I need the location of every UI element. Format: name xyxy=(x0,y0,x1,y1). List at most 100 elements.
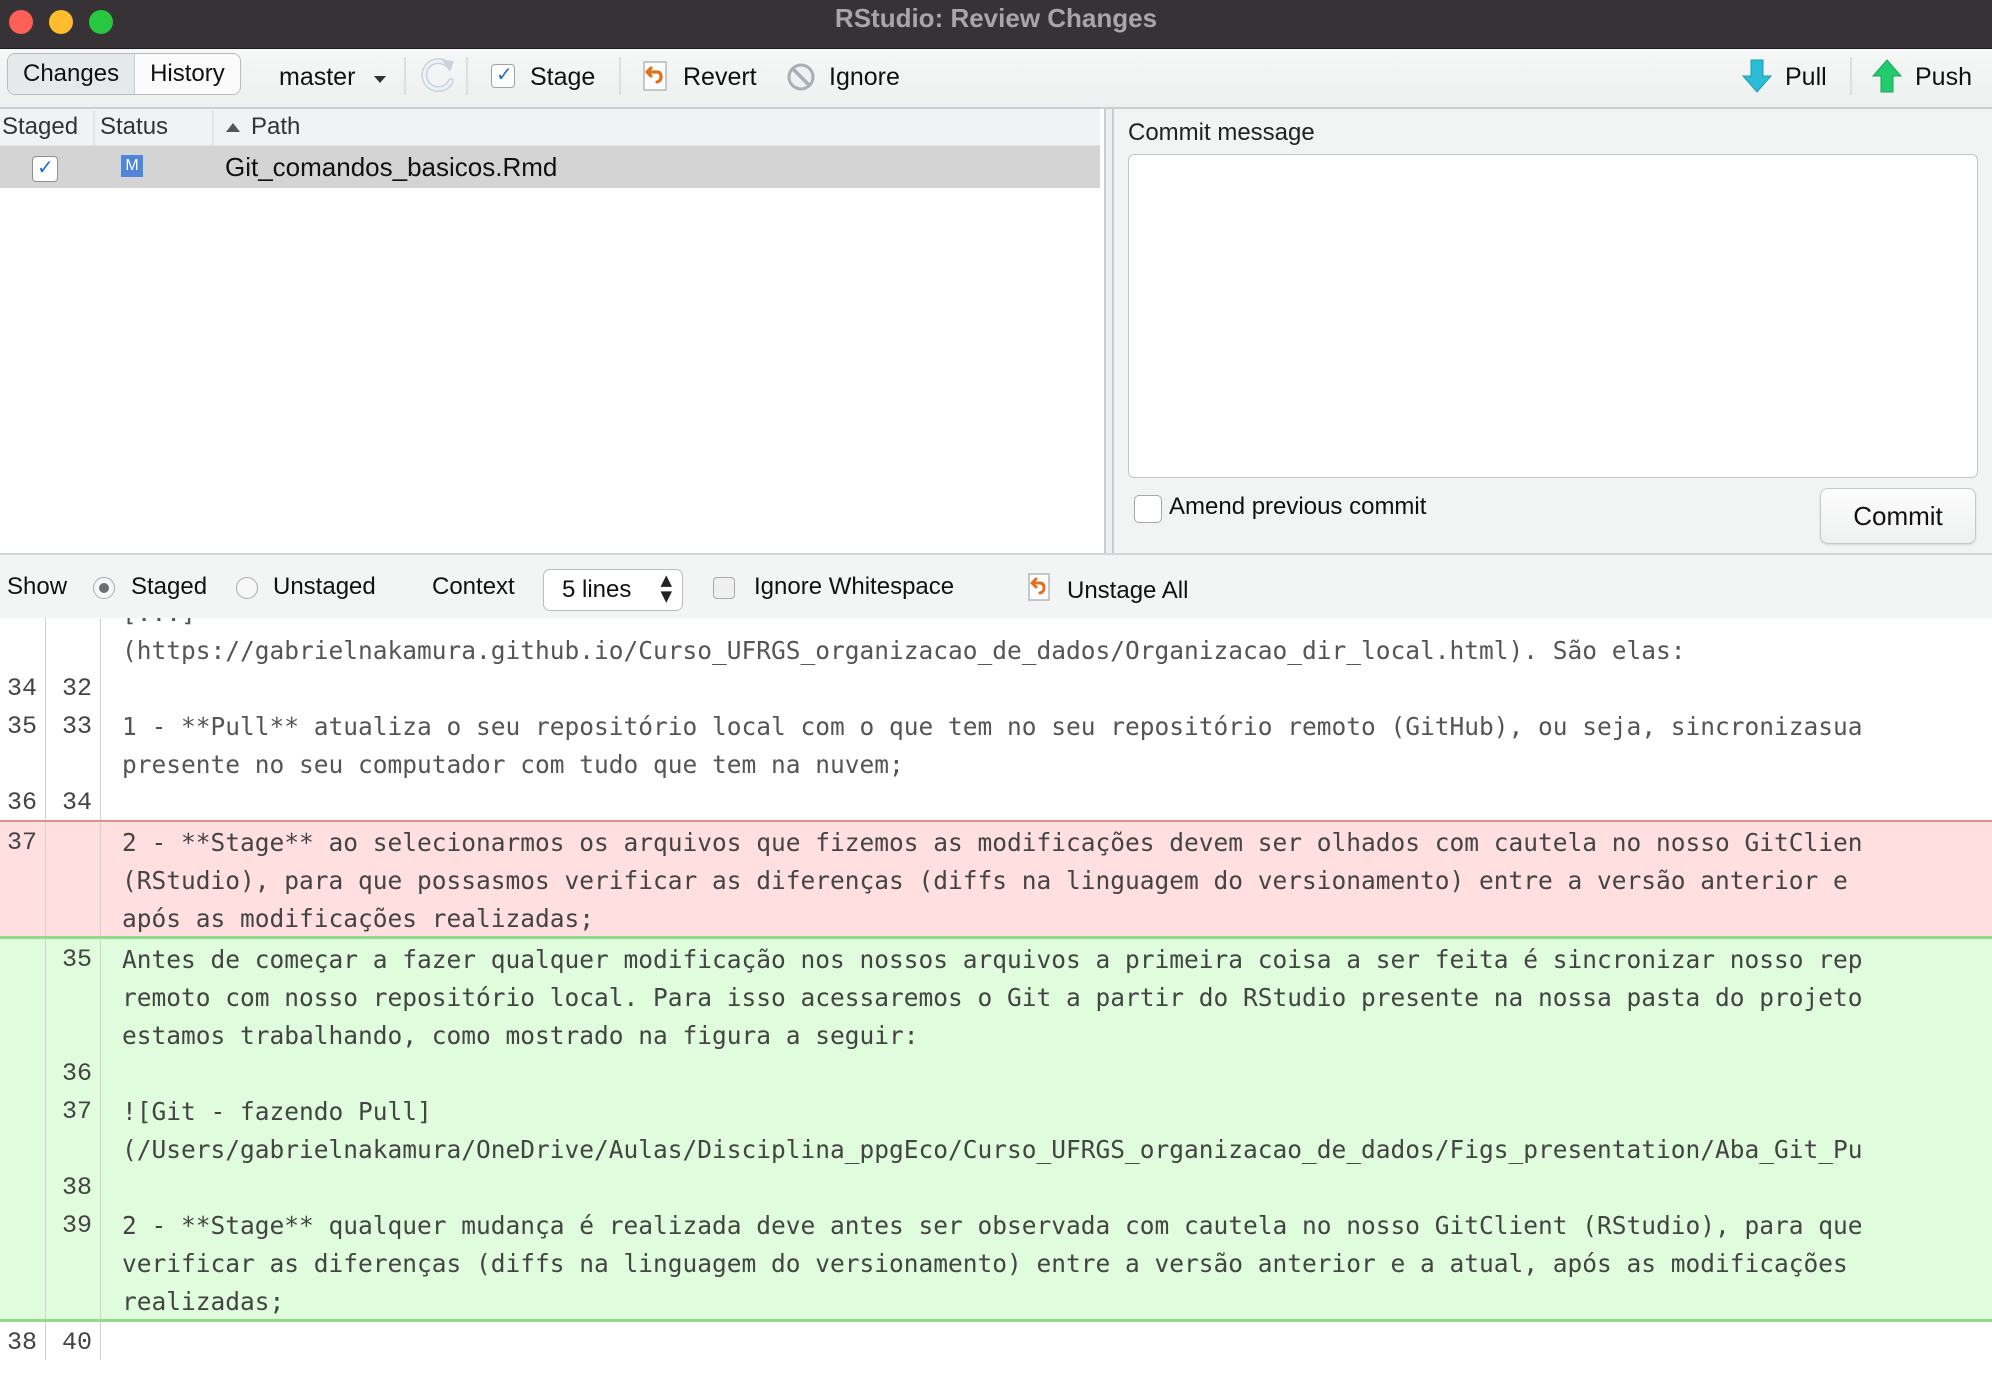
diff-line-added[interactable]: 38 xyxy=(0,1167,1992,1205)
diff-options-bar: Show Staged Unstaged Context 5 lines ▲ ▼ … xyxy=(0,553,1992,620)
column-header-path[interactable]: Path xyxy=(251,109,300,145)
window-title: RStudio: Review Changes xyxy=(834,3,1158,33)
branch-name: master xyxy=(279,63,356,91)
push-arrow-up-icon xyxy=(1872,59,1902,93)
old-line-number: 38 xyxy=(0,1322,46,1360)
new-line-number: 32 xyxy=(47,668,101,706)
diff-line-text xyxy=(122,1322,1992,1324)
pull-label: Pull xyxy=(1785,63,1827,91)
diff-line-added[interactable]: 37 ![Git - fazendo Pull] (/Users/gabrieln… xyxy=(0,1091,1992,1167)
tab-changes[interactable]: Changes xyxy=(8,54,136,94)
diff-line-text xyxy=(122,1053,1992,1055)
show-staged-radio[interactable] xyxy=(93,577,115,599)
old-line-number xyxy=(0,1091,46,1167)
stage-label: Stage xyxy=(530,63,596,91)
caret-down-icon xyxy=(374,76,386,83)
diff-line-added[interactable]: 35 Antes de começar a fazer qualquer modi… xyxy=(0,936,1992,1053)
revert-icon xyxy=(643,61,667,91)
diff-line-text: 2 - **Stage** ao selecionarmos os arquiv… xyxy=(122,828,1863,933)
toolbar-separator xyxy=(619,57,621,95)
unstage-all-label: Unstage All xyxy=(1067,577,1189,604)
old-line-number: 34 xyxy=(0,668,46,706)
diff-line-context[interactable]: 38 40 xyxy=(0,1322,1992,1360)
column-resize-handle[interactable] xyxy=(93,111,95,145)
refresh-icon[interactable] xyxy=(420,57,456,95)
checkmark-icon: ✓ xyxy=(496,62,513,86)
old-line-number xyxy=(0,1053,46,1091)
diff-line-context[interactable]: 34 32 xyxy=(0,668,1992,706)
diff-view[interactable]: [...] (https://gabrielnakamura.github.io… xyxy=(0,618,1992,1394)
new-line-number: 38 xyxy=(47,1167,101,1205)
push-label: Push xyxy=(1915,63,1972,91)
old-line-number xyxy=(0,939,46,1053)
diff-line-context[interactable]: 36 34 xyxy=(0,782,1992,820)
unstaged-radio-label: Unstaged xyxy=(273,573,376,600)
ignore-whitespace-label: Ignore Whitespace xyxy=(754,573,955,600)
stepper-arrows-icon: ▲ ▼ xyxy=(660,571,672,605)
old-line-number xyxy=(0,1205,46,1319)
diff-line-text xyxy=(122,782,1992,784)
context-label: Context xyxy=(432,573,515,600)
context-lines-select[interactable]: 5 lines ▲ ▼ xyxy=(543,569,683,611)
file-row[interactable]: ✓ M Git_comandos_basicos.Rmd xyxy=(0,146,1100,188)
sort-ascending-icon xyxy=(226,123,240,132)
commit-pane: Commit message Amend previous commit Com… xyxy=(1114,109,1992,553)
new-line-number: 40 xyxy=(47,1322,101,1360)
new-line-number: 35 xyxy=(47,939,101,1053)
old-line-number: 37 xyxy=(0,822,46,936)
modified-status-icon: M xyxy=(121,155,143,177)
staged-radio-label: Staged xyxy=(131,573,208,600)
tab-history[interactable]: History xyxy=(135,54,240,94)
commit-message-input[interactable] xyxy=(1128,154,1978,478)
revert-icon xyxy=(1028,573,1050,601)
file-list: Staged Status Path ✓ M Git_comandos_basi… xyxy=(0,109,1102,552)
old-line-number: 35 xyxy=(0,706,46,782)
column-header-staged[interactable]: Staged xyxy=(2,109,78,145)
ignore-icon xyxy=(787,63,815,91)
show-label: Show xyxy=(7,573,68,600)
checkmark-icon: ✓ xyxy=(37,155,54,179)
commit-message-label: Commit message xyxy=(1128,119,1315,146)
diff-line-context[interactable]: [...] (https://gabrielnakamura.github.io… xyxy=(0,618,1992,668)
context-lines-value: 5 lines xyxy=(562,576,632,603)
toolbar-separator xyxy=(466,57,468,95)
new-line-number: 36 xyxy=(47,1053,101,1091)
file-list-header: Staged Status Path xyxy=(0,109,1100,146)
amend-previous-commit-label: Amend previous commit xyxy=(1169,493,1427,520)
diff-line-text: [...] (https://gabrielnakamura.github.io… xyxy=(122,618,1686,665)
diff-line-context[interactable]: 35 33 1 - **Pull** atualiza o seu repositó… xyxy=(0,706,1992,782)
diff-line-added[interactable]: 36 xyxy=(0,1053,1992,1091)
toolbar-separator xyxy=(1850,57,1852,95)
diff-line-text: 1 - **Pull** atualiza o seu repositório … xyxy=(122,712,1863,779)
pane-splitter[interactable] xyxy=(1104,109,1114,553)
new-line-number: 39 xyxy=(47,1205,101,1319)
stage-checkbox[interactable]: ✓ xyxy=(491,62,515,88)
pull-arrow-down-icon xyxy=(1742,59,1772,93)
diff-line-text xyxy=(122,668,1992,670)
staged-checkbox[interactable]: ✓ xyxy=(32,155,58,182)
ignore-whitespace-checkbox[interactable] xyxy=(713,577,735,599)
new-line-number xyxy=(47,822,101,936)
old-line-number xyxy=(0,618,46,668)
new-line-number: 33 xyxy=(47,706,101,782)
diff-line-text: 2 - **Stage** qualquer mudança é realiza… xyxy=(122,1211,1863,1316)
diff-line-added[interactable]: 39 2 - **Stage** qualquer mudança é reali… xyxy=(0,1205,1992,1322)
column-header-status[interactable]: Status xyxy=(100,109,168,145)
commit-button[interactable]: Commit xyxy=(1820,488,1976,544)
diff-line-deleted[interactable]: 37 2 - **Stage** ao selecionarmos os arqu… xyxy=(0,820,1992,936)
diff-line-text xyxy=(122,1167,1992,1169)
title-bar: RStudio: Review Changes xyxy=(0,0,1992,49)
old-line-number xyxy=(0,1167,46,1205)
toolbar: Changes History master ✓ Stage Revert Ig… xyxy=(0,49,1992,109)
show-unstaged-radio[interactable] xyxy=(236,577,258,599)
new-line-number: 34 xyxy=(47,782,101,820)
ignore-label: Ignore xyxy=(829,63,900,91)
revert-label: Revert xyxy=(683,63,757,91)
view-tabs: Changes History xyxy=(7,53,241,95)
file-path: Git_comandos_basicos.Rmd xyxy=(225,152,558,182)
amend-previous-commit-checkbox[interactable] xyxy=(1134,495,1162,523)
new-line-number: 37 xyxy=(47,1091,101,1167)
column-resize-handle[interactable] xyxy=(212,111,214,145)
diff-line-text: Antes de começar a fazer qualquer modifi… xyxy=(122,945,1863,1050)
toolbar-separator xyxy=(404,57,406,95)
